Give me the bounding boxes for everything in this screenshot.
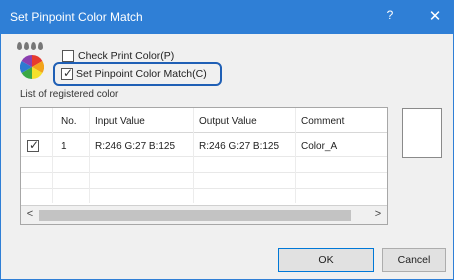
row-divider [21,188,387,189]
check-print-color-checkbox[interactable] [62,50,74,62]
check-print-color-label: Check Print Color(P) [78,50,175,62]
scrollbar-thumb[interactable] [39,210,351,221]
help-button[interactable]: ? [382,8,398,26]
row-divider [21,172,387,173]
cell-input-value: R:246 G:27 B:125 [95,141,176,152]
set-pinpoint-color-match-label: Set Pinpoint Color Match(C) [76,68,207,80]
column-divider [52,108,53,203]
registered-color-caption: List of registered color [20,89,119,100]
registered-color-table[interactable]: No. Input Value Output Value Comment 1 R… [20,107,388,225]
set-pinpoint-color-match-checkbox[interactable] [61,66,73,80]
color-match-icon [16,42,50,82]
color-wheel-icon [20,55,44,79]
color-preview-swatch [402,108,442,158]
horizontal-scrollbar[interactable]: < > [21,205,387,224]
column-header-comment[interactable]: Comment [301,116,344,127]
scroll-left-icon[interactable]: < [23,208,37,222]
row-checkbox[interactable] [27,138,39,152]
column-divider [193,108,194,203]
column-divider [295,108,296,203]
ink-drop-icon [17,42,22,50]
row-divider [21,156,387,157]
column-divider [89,108,90,203]
cell-output-value: R:246 G:27 B:125 [199,141,280,152]
header-separator [21,132,387,133]
ink-drop-icon [38,42,43,50]
cell-comment: Color_A [301,141,338,152]
cancel-button[interactable]: Cancel [382,248,446,272]
column-header-input-value[interactable]: Input Value [95,116,145,127]
ink-drop-icon [31,42,36,50]
close-button[interactable]: ✕ [426,7,444,27]
scroll-right-icon[interactable]: > [371,208,385,222]
title-bar: Set Pinpoint Color Match ? ✕ [0,0,454,34]
column-header-no[interactable]: No. [61,116,77,127]
window-title: Set Pinpoint Color Match [10,10,143,24]
ink-drop-icon [24,42,29,50]
column-header-output-value[interactable]: Output Value [199,116,257,127]
ok-button[interactable]: OK [278,248,374,272]
cell-no: 1 [61,141,67,152]
